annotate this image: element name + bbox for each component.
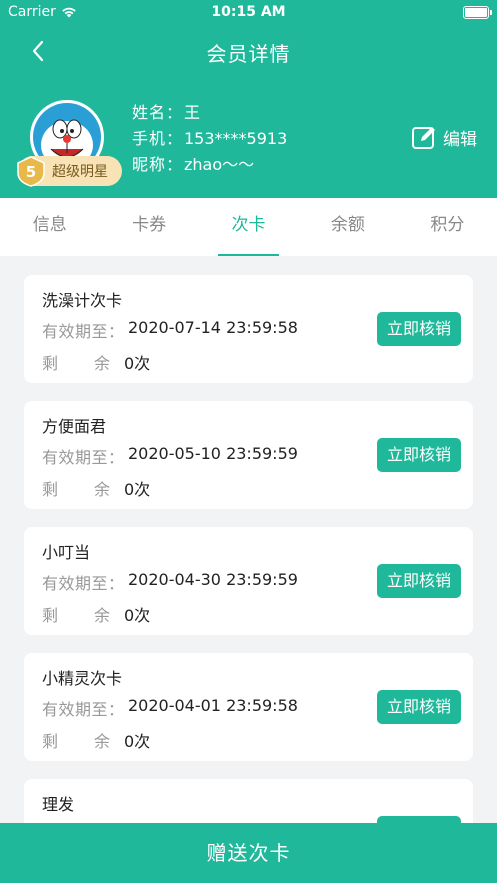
list-item: 洗澡计次卡 有效期至： 2020-07-14 23:59:58 剩余 0次 立即… (24, 275, 473, 383)
tab-balance[interactable]: 余额 (298, 198, 397, 256)
valid-row: 有效期至： 2020-04-01 23:59:58 (42, 696, 298, 720)
list-item: 小精灵次卡 有效期至： 2020-04-01 23:59:58 剩余 0次 立即… (24, 653, 473, 761)
redeem-button[interactable]: 立即核销 (377, 690, 461, 724)
gift-card-button[interactable]: 赠送次卡 (0, 823, 497, 883)
phone-row: 手机： 153****5913 (132, 126, 287, 152)
nickname-label: 昵称： (132, 155, 184, 174)
redeem-button[interactable]: 立即核销 (377, 438, 461, 472)
level-number: 5 (26, 163, 36, 181)
valid-row: 有效期至： 2020-04-30 23:59:59 (42, 570, 298, 594)
remaining-row: 剩余 0次 (42, 728, 150, 752)
remaining-label: 剩余 (42, 354, 110, 373)
card-name: 洗澡计次卡 (42, 291, 123, 310)
header: Carrier 10:15 AM 会员详情 超级明星 5 姓名： 王 手机： 1… (0, 0, 497, 198)
edit-icon (412, 127, 435, 149)
list-item: 理发 (24, 779, 473, 823)
valid-value: 2020-04-30 23:59:59 (128, 570, 298, 589)
valid-value: 2020-05-10 23:59:59 (128, 444, 298, 463)
remaining-value: 0次 (124, 354, 151, 373)
battery-icon (463, 6, 492, 19)
list-item: 方便面君 有效期至： 2020-05-10 23:59:59 剩余 0次 立即核… (24, 401, 473, 509)
nickname-row: 昵称： zhao～～ (132, 152, 287, 178)
tab-coupons[interactable]: 卡券 (99, 198, 198, 256)
edit-label: 编辑 (443, 129, 477, 150)
remaining-value: 0次 (124, 732, 151, 751)
valid-label: 有效期至： (42, 322, 125, 341)
valid-row: 有效期至： 2020-05-10 23:59:59 (42, 444, 298, 468)
nav-bar: 会员详情 (0, 30, 497, 72)
remaining-value: 0次 (124, 606, 151, 625)
valid-row: 有效期至： 2020-07-14 23:59:58 (42, 318, 298, 342)
member-info: 姓名： 王 手机： 153****5913 昵称： zhao～～ (132, 100, 287, 178)
card-name: 小精灵次卡 (42, 669, 123, 688)
valid-label: 有效期至： (42, 700, 125, 719)
redeem-button[interactable]: 立即核销 (377, 312, 461, 346)
card-name: 理发 (42, 795, 75, 814)
edit-button[interactable]: 编辑 (411, 124, 477, 150)
remaining-row: 剩余 0次 (42, 602, 150, 626)
tab-count-cards[interactable]: 次卡 (199, 198, 298, 256)
remaining-row: 剩余 0次 (42, 350, 150, 374)
redeem-button[interactable]: 立即核销 (377, 564, 461, 598)
status-bar: Carrier 10:15 AM (0, 0, 497, 26)
card-name: 方便面君 (42, 417, 107, 436)
badge-label: 超级明星 (52, 164, 108, 180)
page-title: 会员详情 (206, 42, 291, 66)
remaining-row: 剩余 0次 (42, 476, 150, 500)
clock: 10:15 AM (211, 4, 286, 20)
remaining-label: 剩余 (42, 732, 110, 751)
level-shield-icon: 5 (17, 156, 45, 187)
name-value: 王 (184, 103, 201, 122)
valid-label: 有效期至： (42, 574, 125, 593)
remaining-label: 剩余 (42, 606, 110, 625)
tab-info[interactable]: 信息 (0, 198, 99, 256)
redeem-button[interactable] (377, 816, 461, 823)
tab-points[interactable]: 积分 (398, 198, 497, 256)
valid-value: 2020-07-14 23:59:58 (128, 318, 298, 337)
remaining-value: 0次 (124, 480, 151, 499)
valid-label: 有效期至： (42, 448, 125, 467)
card-name: 小叮当 (42, 543, 91, 562)
name-row: 姓名： 王 (132, 100, 287, 126)
remaining-label: 剩余 (42, 480, 110, 499)
phone-value: 153****5913 (184, 129, 288, 148)
count-card-list: 洗澡计次卡 有效期至： 2020-07-14 23:59:58 剩余 0次 立即… (0, 256, 497, 823)
phone-label: 手机： (132, 129, 184, 148)
list-item: 小叮当 有效期至： 2020-04-30 23:59:59 剩余 0次 立即核销 (24, 527, 473, 635)
name-label: 姓名： (132, 103, 184, 122)
tab-bar: 信息 卡券 次卡 余额 积分 (0, 198, 497, 256)
nickname-value: zhao～～ (184, 155, 255, 174)
valid-value: 2020-04-01 23:59:58 (128, 696, 298, 715)
